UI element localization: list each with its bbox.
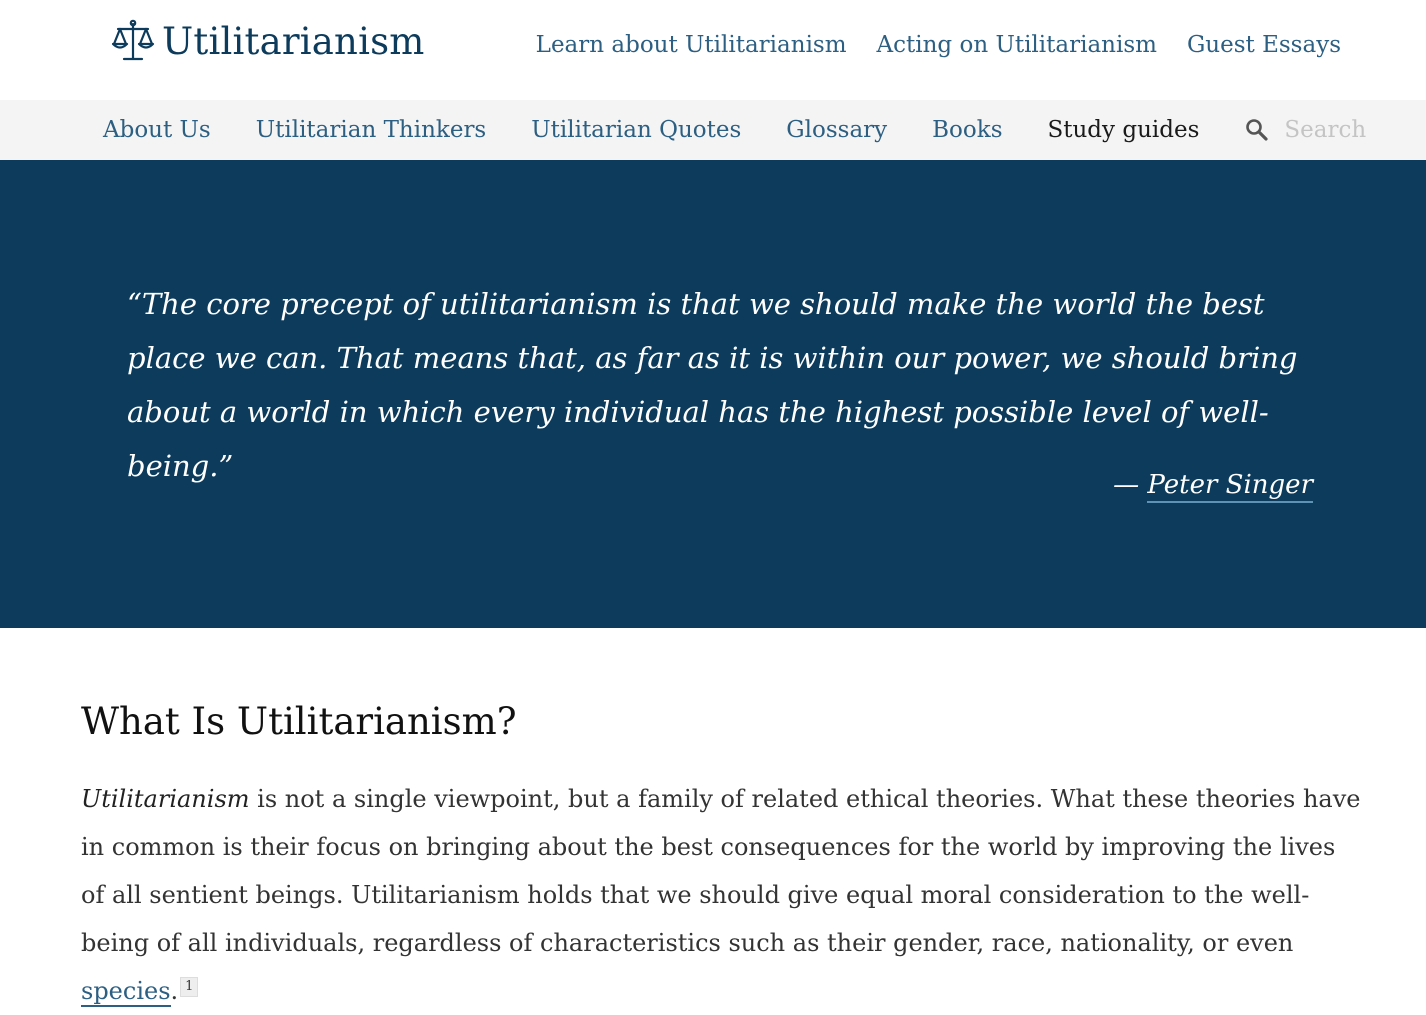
quote-attribution: — Peter Singer: [1113, 470, 1313, 503]
secondary-nav: About Us Utilitarian Thinkers Utilitaria…: [0, 100, 1426, 160]
main-content: What Is Utilitarianism? Utilitarianism i…: [81, 700, 1361, 1015]
attribution-dash: —: [1113, 470, 1148, 500]
hero-quote-text: “The core precept of utilitarianism is t…: [127, 287, 1298, 483]
nav-guest-essays[interactable]: Guest Essays: [1187, 32, 1341, 58]
scales-of-justice-icon: [111, 19, 155, 61]
footnote-marker[interactable]: 1: [180, 977, 199, 997]
primary-nav: Learn about Utilitarianism Acting on Uti…: [536, 32, 1341, 58]
nav-acting-on-utilitarianism[interactable]: Acting on Utilitarianism: [877, 32, 1157, 58]
attribution-link-peter-singer[interactable]: Peter Singer: [1147, 470, 1313, 503]
site-logo[interactable]: Utilitarianism: [110, 18, 425, 64]
hero-quote-banner: “The core precept of utilitarianism is t…: [0, 160, 1426, 628]
subnav-about-us[interactable]: About Us: [103, 117, 211, 143]
site-title: Utilitarianism: [162, 19, 425, 63]
subnav-study-guides[interactable]: Study guides: [1048, 117, 1200, 143]
intro-term: Utilitarianism: [81, 785, 250, 813]
subnav-books[interactable]: Books: [932, 117, 1002, 143]
search-box: [1244, 117, 1426, 143]
nav-learn-about-utilitarianism[interactable]: Learn about Utilitarianism: [536, 32, 847, 58]
intro-text: is not a single viewpoint, but a family …: [81, 785, 1361, 957]
species-link[interactable]: species: [81, 977, 171, 1007]
subnav-glossary[interactable]: Glossary: [786, 117, 887, 143]
intro-period: .: [170, 977, 179, 1005]
search-icon[interactable]: [1244, 117, 1270, 143]
top-header: Utilitarianism Learn about Utilitarianis…: [0, 0, 1426, 100]
subnav-utilitarian-thinkers[interactable]: Utilitarian Thinkers: [256, 117, 487, 143]
search-input[interactable]: [1284, 117, 1426, 143]
page-heading: What Is Utilitarianism?: [81, 700, 517, 743]
intro-paragraph: Utilitarianism is not a single viewpoint…: [81, 775, 1361, 1015]
subnav-utilitarian-quotes[interactable]: Utilitarian Quotes: [531, 117, 741, 143]
